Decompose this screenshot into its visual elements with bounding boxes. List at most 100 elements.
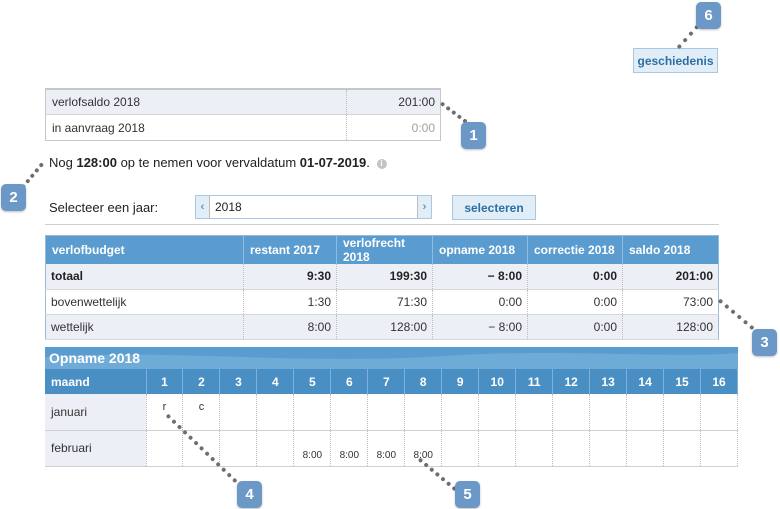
calendar-day-cell[interactable]	[256, 394, 295, 431]
day-column-header: 13	[589, 369, 628, 394]
history-button[interactable]: geschiedenis	[633, 48, 718, 73]
table-cell: 8:00	[243, 314, 337, 340]
callout-badge-2: 2	[1, 184, 26, 211]
info-icon[interactable]: i	[376, 158, 387, 169]
table-row: totaal 9:30 199:30 − 8:00 0:00 201:00	[45, 264, 719, 290]
saldo-label: verlofsaldo 2018	[46, 90, 347, 114]
calendar-day-cell[interactable]	[219, 394, 258, 431]
day-column-header: 11	[515, 369, 554, 394]
sentence-text: Nog	[49, 155, 77, 170]
opname-title: Opname 2018	[49, 350, 141, 366]
opname-calendar: maand 1 2 3 4 5 6 7 8 9 10 11 12 13 14 15 16 januari r c f…	[45, 369, 738, 467]
calendar-day-cell[interactable]	[663, 430, 702, 467]
calendar-day-cell[interactable]	[626, 430, 665, 467]
calendar-day-cell[interactable]: 8:00	[367, 430, 406, 467]
calendar-day-cell[interactable]: 8:00	[330, 430, 369, 467]
column-header: verlofrecht 2018	[336, 235, 433, 264]
calendar-day-cell[interactable]	[478, 430, 517, 467]
column-header: correctie 2018	[527, 235, 623, 264]
table-cell: 201:00	[622, 264, 719, 290]
calendar-day-cell[interactable]	[441, 430, 480, 467]
calendar-day-cell[interactable]	[515, 394, 554, 431]
table-cell: − 8:00	[432, 314, 528, 340]
day-column-header: 3	[219, 369, 258, 394]
table-cell: 73:00	[622, 289, 719, 315]
calendar-day-cell[interactable]	[330, 394, 369, 431]
calendar-day-cell[interactable]	[663, 394, 702, 431]
remaining-hours: 128:00	[76, 155, 117, 170]
calendar-day-cell[interactable]	[404, 394, 443, 431]
wave-decoration	[45, 352, 738, 369]
saldo-summary: verlofsaldo 2018 201:00 in aanvraag 2018…	[45, 88, 441, 141]
calendar-day-cell[interactable]	[552, 430, 591, 467]
day-column-header: 1	[146, 369, 184, 394]
opname-header: Opname 2018	[45, 347, 738, 369]
callout-badge-1: 1	[461, 122, 486, 149]
saldo-row: verlofsaldo 2018 201:00	[46, 90, 440, 115]
year-selector: ‹ ›	[195, 195, 432, 219]
saldo-value: 0:00	[411, 120, 435, 135]
day-column-header: 12	[552, 369, 591, 394]
day-column-header: 15	[663, 369, 702, 394]
select-button[interactable]: selecteren	[452, 195, 536, 220]
day-column-header: 2	[182, 369, 221, 394]
table-cell: 128:00	[336, 314, 433, 340]
calendar-day-cell[interactable]	[219, 430, 258, 467]
saldo-row: in aanvraag 2018 0:00	[46, 115, 440, 140]
year-select-label: Selecteer een jaar:	[49, 200, 159, 215]
table-cell: − 8:00	[432, 264, 528, 290]
divider	[45, 224, 719, 225]
table-row: wettelijk 8:00 128:00 − 8:00 0:00 128:00	[45, 314, 719, 340]
calendar-day-cell[interactable]	[700, 430, 738, 467]
table-cell: 71:30	[336, 289, 433, 315]
saldo-value: 201:00	[398, 95, 435, 109]
chevron-left-icon[interactable]: ‹	[196, 196, 209, 218]
callout-badge-4: 4	[237, 481, 262, 508]
chevron-right-icon[interactable]: ›	[418, 196, 431, 218]
calendar-day-cell[interactable]	[515, 430, 554, 467]
calendar-header-row: maand 1 2 3 4 5 6 7 8 9 10 11 12 13 14 15 16	[45, 369, 738, 394]
table-header-row: verlofbudget restant 2017 verlofrecht 20…	[45, 235, 719, 264]
calendar-day-cell[interactable]	[700, 394, 738, 431]
calendar-day-cell[interactable]	[293, 394, 332, 431]
calendar-day-cell[interactable]	[626, 394, 665, 431]
table-cell: 9:30	[243, 264, 337, 290]
callout-line-6	[676, 24, 700, 50]
calendar-day-cell[interactable]	[146, 430, 184, 467]
calendar-day-cell[interactable]	[589, 430, 628, 467]
sentence-text: .	[366, 155, 370, 170]
remaining-sentence: Nog 128:00 op te nemen voor vervaldatum …	[49, 155, 387, 170]
table-row: bovenwettelijk 1:30 71:30 0:00 0:00 73:0…	[45, 289, 719, 315]
table-cell: 199:30	[336, 264, 433, 290]
year-input[interactable]	[209, 196, 418, 218]
day-column-header: 8	[404, 369, 443, 394]
calendar-day-cell[interactable]	[589, 394, 628, 431]
day-column-header: 9	[441, 369, 480, 394]
column-header: restant 2017	[243, 235, 337, 264]
saldo-label: in aanvraag 2018	[46, 115, 347, 140]
calendar-row: januari r c	[45, 394, 738, 431]
day-column-header: 16	[700, 369, 738, 394]
calendar-day-cell[interactable]	[478, 394, 517, 431]
calendar-day-cell[interactable]	[256, 430, 295, 467]
day-column-header: 5	[293, 369, 332, 394]
month-label: januari	[45, 394, 147, 431]
calendar-day-cell[interactable]	[441, 394, 480, 431]
month-column-header: maand	[45, 369, 147, 394]
day-column-header: 4	[256, 369, 295, 394]
calendar-day-cell[interactable]: 8:00	[293, 430, 332, 467]
callout-badge-3: 3	[752, 329, 777, 356]
calendar-day-cell[interactable]: c	[182, 394, 221, 431]
callout-badge-6: 6	[696, 2, 721, 29]
table-cell: 0:00	[527, 264, 623, 290]
table-cell: 0:00	[432, 289, 528, 315]
callout-line-1	[439, 101, 468, 124]
column-header: opname 2018	[432, 235, 528, 264]
calendar-day-cell[interactable]	[367, 394, 406, 431]
table-cell: bovenwettelijk	[45, 289, 244, 315]
calendar-day-cell[interactable]	[552, 394, 591, 431]
table-cell: 0:00	[527, 289, 623, 315]
column-header: verlofbudget	[45, 235, 244, 264]
expiry-date: 01-07-2019	[299, 155, 367, 170]
table-cell: wettelijk	[45, 314, 244, 340]
